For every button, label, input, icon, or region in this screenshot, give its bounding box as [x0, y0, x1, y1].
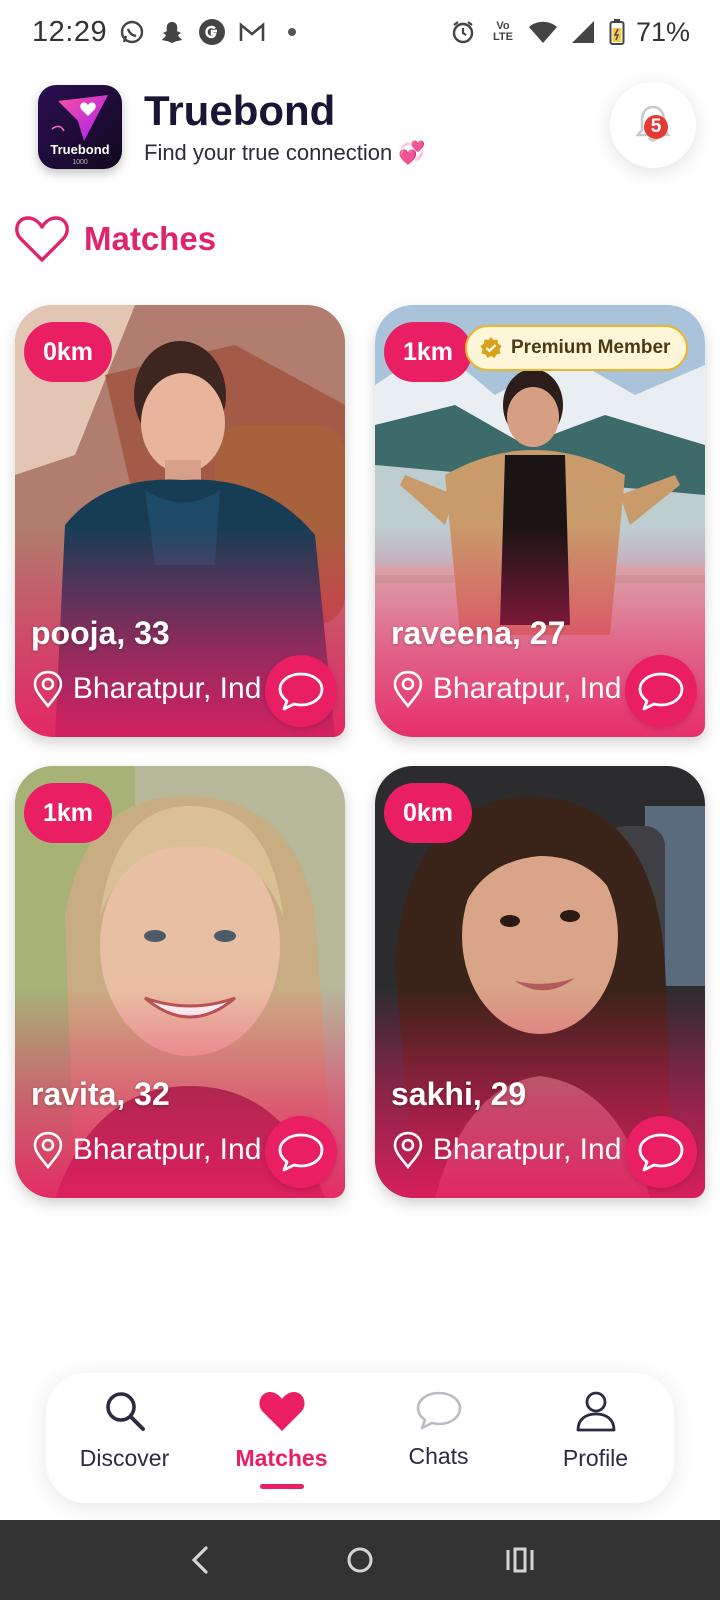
notification-badge: 5 — [644, 115, 668, 139]
chat-icon — [416, 1391, 461, 1430]
chat-bubble-icon — [278, 672, 324, 711]
wifi-icon — [528, 17, 558, 47]
match-location: Bharatpur, Ind — [391, 670, 621, 708]
app-title: Truebond — [144, 87, 336, 134]
header-text: Truebond Find your true connection 💞 — [144, 88, 426, 166]
nav-item-discover[interactable]: Discover — [46, 1373, 203, 1503]
distance-badge: 0km — [384, 783, 472, 843]
nav-label-discover: Discover — [79, 1445, 170, 1471]
chat-button[interactable] — [265, 1116, 337, 1188]
match-card[interactable]: 1km Premium Member raveena, 27 Bharatpur… — [375, 305, 705, 737]
search-icon — [105, 1392, 145, 1431]
logo-subtext: 1000 — [72, 159, 88, 166]
match-card[interactable]: 0km pooja, 33 Bharatpur, Ind — [15, 305, 345, 737]
location-text: Bharatpur, Ind — [72, 672, 261, 705]
chat-bubble-icon — [278, 1133, 324, 1172]
premium-member-badge: Premium Member — [465, 325, 689, 371]
back-chevron-icon — [191, 1546, 208, 1574]
distance-badge: 0km — [24, 322, 112, 382]
system-home-button[interactable] — [330, 1530, 390, 1590]
recents-icon — [506, 1547, 534, 1573]
app-header: Truebond 1000 Truebond Find your true co… — [38, 82, 696, 172]
match-card[interactable]: 1km ravita, 32 Bharatpur, Ind — [15, 766, 345, 1198]
chat-button[interactable] — [625, 655, 697, 727]
location-pin-icon — [33, 670, 63, 708]
status-right: Vo LTE 71% — [448, 17, 690, 48]
match-name-age: pooja, 33 — [31, 615, 170, 651]
home-circle-icon — [347, 1547, 373, 1573]
distance-badge: 1km — [384, 322, 472, 382]
location-pin-icon — [33, 1131, 63, 1169]
section-title-text: Matches — [84, 220, 217, 257]
gmail-icon — [237, 17, 267, 47]
chat-bubble-icon — [638, 672, 684, 711]
location-text: Bharatpur, Ind — [432, 672, 621, 705]
app-tagline: Find your true connection 💞 — [144, 140, 426, 165]
chat-button[interactable] — [625, 1116, 697, 1188]
location-text: Bharatpur, Ind — [72, 1133, 261, 1166]
heart-outline-icon — [15, 216, 69, 262]
match-name-age: raveena, 27 — [391, 615, 566, 651]
nav-label-chats: Chats — [408, 1443, 469, 1469]
active-tab-indicator — [259, 1484, 304, 1489]
chat-bubble-icon — [638, 1133, 684, 1172]
matches-section-title: Matches — [14, 214, 216, 264]
bottom-navigation: Discover Matches Chats Profile — [46, 1373, 674, 1503]
location-pin-icon — [393, 670, 423, 708]
system-back-button[interactable] — [170, 1530, 230, 1590]
battery-percent: 71% — [635, 16, 690, 47]
volte-label: Vo LTE — [492, 20, 513, 43]
match-location: Bharatpur, Ind — [31, 1131, 261, 1169]
chat-button[interactable] — [265, 655, 337, 727]
match-name-age: sakhi, 29 — [391, 1076, 527, 1112]
notifications-button[interactable]: 5 — [610, 82, 696, 168]
location-text: Bharatpur, Ind — [432, 1133, 621, 1166]
status-bar: 12:29 Vo LTE 71% — [0, 0, 720, 64]
more-notifications-dot-icon — [277, 17, 307, 47]
match-location: Bharatpur, Ind — [31, 670, 261, 708]
nav-label-profile: Profile — [562, 1445, 629, 1471]
app-logo: Truebond 1000 — [38, 85, 122, 169]
nav-item-chats[interactable]: Chats — [360, 1373, 517, 1503]
snapchat-icon — [157, 17, 187, 47]
volte-icon: Vo LTE — [488, 17, 518, 47]
status-left: 12:29 — [32, 16, 307, 49]
user-icon — [576, 1391, 615, 1432]
nav-item-matches[interactable]: Matches — [203, 1373, 360, 1503]
match-name-age: ravita, 32 — [31, 1076, 170, 1112]
verified-badge-icon — [480, 337, 502, 358]
alarm-icon — [448, 17, 478, 47]
status-time: 12:29 — [32, 15, 108, 48]
nav-item-profile[interactable]: Profile — [517, 1373, 674, 1503]
match-card[interactable]: 0km sakhi, 29 Bharatpur, Ind — [375, 766, 705, 1198]
premium-member-label: Premium Member — [511, 337, 671, 358]
match-location: Bharatpur, Ind — [391, 1131, 621, 1169]
google-icon — [197, 17, 227, 47]
heart-icon — [258, 1392, 305, 1431]
system-navigation-bar — [0, 1520, 720, 1600]
whatsapp-icon — [117, 17, 147, 47]
distance-badge: 1km — [24, 783, 112, 843]
nav-label-matches: Matches — [235, 1445, 328, 1471]
signal-icon — [568, 17, 598, 47]
system-recents-button[interactable] — [490, 1530, 550, 1590]
location-pin-icon — [393, 1131, 423, 1169]
battery-icon — [608, 17, 626, 47]
logo-text: Truebond — [50, 142, 110, 157]
